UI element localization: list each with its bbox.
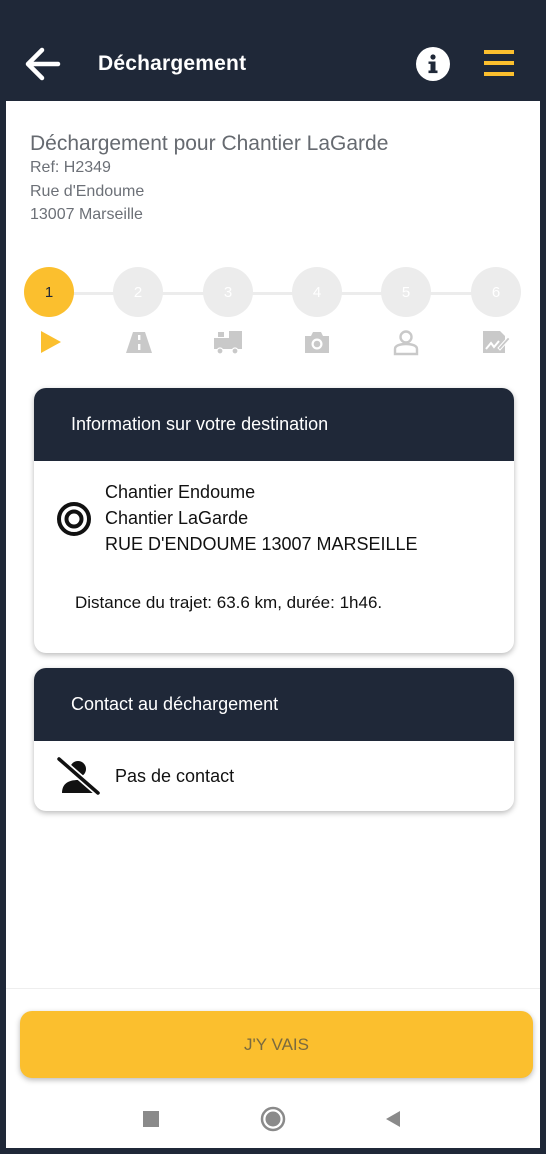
destination-card-header: Information sur votre destination [34, 388, 514, 461]
nav-back-icon[interactable] [382, 1108, 404, 1130]
job-ref: Ref: H2349 [30, 159, 111, 176]
no-contact-icon [56, 756, 102, 796]
destination-name: Chantier Endoume [105, 482, 256, 502]
contact-status: Pas de contact [115, 766, 235, 786]
recent-apps-icon[interactable] [143, 1111, 159, 1127]
page-title: Déchargement [98, 52, 247, 75]
home-icon[interactable] [260, 1106, 286, 1132]
person-icon [393, 330, 419, 356]
step-1[interactable]: 1 [24, 267, 74, 317]
destination-card: Information sur votre destination Chanti… [34, 388, 514, 653]
contact-card: Contact au déchargement Pas de contact [34, 668, 514, 811]
step-3[interactable]: 3 [203, 267, 253, 317]
step-2[interactable]: 2 [113, 267, 163, 317]
menu-button[interactable] [482, 46, 516, 80]
step-4[interactable]: 4 [292, 267, 342, 317]
step-5[interactable]: 5 [381, 267, 431, 317]
screen: Déchargement Déchargement pour Chantier … [6, 6, 540, 1148]
back-button[interactable] [24, 46, 64, 82]
signature-icon [483, 331, 510, 353]
go-button[interactable]: J'Y VAIS [20, 1011, 533, 1078]
play-icon [41, 331, 61, 353]
job-street: Rue d'Endoume [30, 183, 145, 200]
step-6[interactable]: 6 [471, 267, 521, 317]
road-icon [126, 332, 152, 353]
job-city: 13007 Marseille [30, 206, 143, 223]
trip-distance: Distance du trajet: 63.6 km, durée: 1h46… [75, 593, 383, 612]
divider [6, 988, 540, 989]
app-bar: Déchargement [6, 6, 540, 101]
contact-card-header: Contact au déchargement [34, 668, 514, 741]
unloading-truck-icon [214, 331, 242, 355]
arrow-left-icon [25, 47, 61, 81]
info-icon [428, 54, 438, 74]
job-title: Déchargement pour Chantier LaGarde [30, 132, 389, 155]
destination-site: Chantier LaGarde [105, 508, 249, 528]
target-icon [57, 502, 91, 536]
info-button[interactable] [416, 47, 450, 81]
camera-icon [305, 332, 329, 353]
hamburger-menu-icon [484, 50, 514, 76]
destination-address: RUE D'ENDOUME 13007 MARSEILLE [105, 534, 418, 554]
system-nav-bar [6, 1088, 540, 1148]
